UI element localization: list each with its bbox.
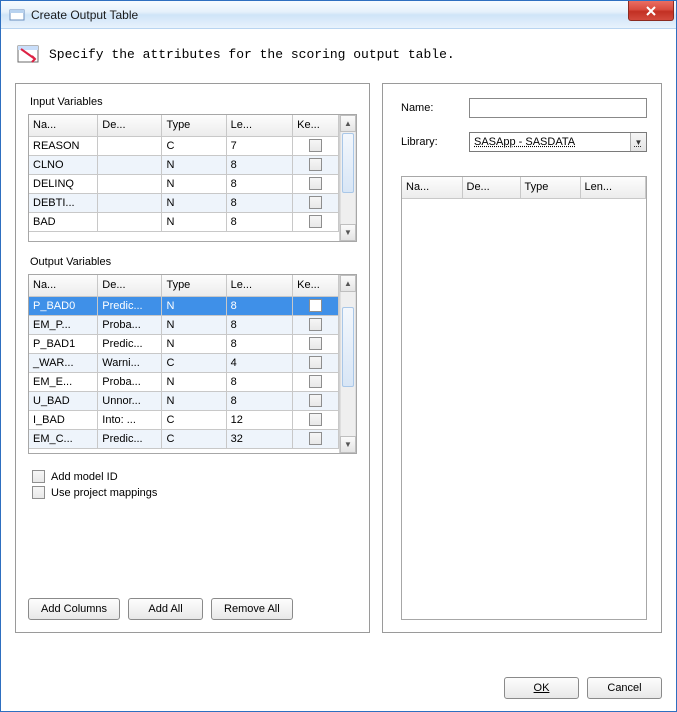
name-row: Name: — [401, 98, 647, 118]
dialog-window: Create Output Table Specify the attribut… — [0, 0, 677, 712]
titlebar: Create Output Table — [1, 1, 676, 29]
remove-all-button[interactable]: Remove All — [211, 598, 293, 620]
table-row[interactable]: CLNON8 — [29, 155, 339, 174]
scroll-up-icon[interactable]: ▲ — [340, 275, 356, 292]
scroll-up-icon[interactable]: ▲ — [340, 115, 356, 132]
instruction-text: Specify the attributes for the scoring o… — [49, 47, 455, 62]
keep-checkbox[interactable] — [309, 139, 322, 152]
add-columns-button[interactable]: Add Columns — [28, 598, 120, 620]
panels: Input Variables Na... De... Type Le... K… — [15, 83, 662, 657]
col-keep[interactable]: Ke... — [293, 115, 339, 136]
col-len[interactable]: Le... — [226, 115, 292, 136]
scroll-down-icon[interactable]: ▼ — [340, 436, 356, 453]
col-name[interactable]: Na... — [402, 177, 462, 198]
add-model-id-checkbox-row[interactable]: Add model ID — [32, 470, 357, 483]
table-row[interactable]: P_BAD1Predic...N8 — [29, 334, 339, 353]
col-desc[interactable]: De... — [98, 115, 162, 136]
output-variables-table: Na... De... Type Le... Ke... P_BAD0Predi… — [28, 274, 357, 454]
table-row[interactable]: EM_C...Predic...C32 — [29, 429, 339, 448]
table-row[interactable]: REASONC7 — [29, 136, 339, 155]
table-row[interactable]: EM_E...Proba...N8 — [29, 372, 339, 391]
keep-checkbox[interactable] — [309, 318, 322, 331]
keep-checkbox[interactable] — [309, 375, 322, 388]
table-row[interactable]: BADN8 — [29, 212, 339, 231]
instruction-row: Specify the attributes for the scoring o… — [15, 43, 662, 65]
add-model-id-label: Add model ID — [51, 471, 118, 483]
input-variables-table: Na... De... Type Le... Ke... REASONC7 CL… — [28, 114, 357, 242]
keep-checkbox[interactable] — [309, 413, 322, 426]
table-row[interactable]: P_BAD0Predic...N8 — [29, 296, 339, 315]
library-value: SASApp - SASDATA — [474, 136, 575, 148]
checkbox-icon[interactable] — [32, 470, 45, 483]
table-header-row: Na... De... Type Le... Ke... — [29, 115, 339, 136]
close-button[interactable] — [628, 1, 674, 21]
table-icon — [17, 43, 39, 65]
library-label: Library: — [401, 136, 469, 148]
table-row[interactable]: I_BADInto: ...C12 — [29, 410, 339, 429]
table-row[interactable]: DELINQN8 — [29, 174, 339, 193]
scroll-thumb[interactable] — [342, 307, 354, 387]
right-panel: Name: Library: SASApp - SASDATA ▼ — [382, 83, 662, 633]
input-variables-label: Input Variables — [30, 96, 357, 108]
keep-checkbox[interactable] — [309, 356, 322, 369]
library-select[interactable]: SASApp - SASDATA ▼ — [469, 132, 647, 152]
col-name[interactable]: Na... — [29, 275, 98, 296]
table-header-row: Na... De... Type Len... — [402, 177, 646, 198]
keep-checkbox[interactable] — [309, 177, 322, 190]
keep-checkbox[interactable] — [309, 158, 322, 171]
keep-checkbox[interactable] — [309, 215, 322, 228]
keep-checkbox[interactable] — [309, 196, 322, 209]
table-row[interactable]: U_BADUnnor...N8 — [29, 391, 339, 410]
ok-button[interactable]: OK — [504, 677, 579, 699]
table-row[interactable]: DEBTI...N8 — [29, 193, 339, 212]
col-keep[interactable]: Ke... — [293, 275, 339, 296]
scrollbar[interactable]: ▲ ▼ — [339, 275, 356, 453]
scroll-track[interactable] — [340, 292, 356, 436]
name-label: Name: — [401, 102, 469, 114]
use-project-mappings-label: Use project mappings — [51, 487, 157, 499]
col-desc[interactable]: De... — [98, 275, 162, 296]
table-header-row: Na... De... Type Le... Ke... — [29, 275, 339, 296]
scroll-down-icon[interactable]: ▼ — [340, 224, 356, 241]
window-title: Create Output Table — [31, 8, 138, 22]
col-desc[interactable]: De... — [462, 177, 520, 198]
col-type[interactable]: Type — [520, 177, 580, 198]
col-len[interactable]: Le... — [226, 275, 292, 296]
left-panel: Input Variables Na... De... Type Le... K… — [15, 83, 370, 633]
checkbox-group: Add model ID Use project mappings — [32, 470, 357, 502]
keep-checkbox[interactable] — [309, 432, 322, 445]
cancel-button[interactable]: Cancel — [587, 677, 662, 699]
keep-checkbox[interactable] — [309, 299, 322, 312]
col-len[interactable]: Len... — [580, 177, 646, 198]
scroll-thumb[interactable] — [342, 133, 354, 193]
use-project-mappings-checkbox-row[interactable]: Use project mappings — [32, 486, 357, 499]
scroll-track[interactable] — [340, 132, 356, 224]
left-button-row: Add Columns Add All Remove All — [28, 588, 357, 620]
scrollbar[interactable]: ▲ ▼ — [339, 115, 356, 241]
dialog-footer: OK Cancel — [1, 667, 676, 711]
keep-checkbox[interactable] — [309, 337, 322, 350]
target-table: Na... De... Type Len... — [401, 176, 647, 620]
chevron-down-icon[interactable]: ▼ — [630, 133, 646, 151]
content-area: Specify the attributes for the scoring o… — [1, 29, 676, 667]
col-type[interactable]: Type — [162, 275, 226, 296]
library-row: Library: SASApp - SASDATA ▼ — [401, 132, 647, 152]
app-icon — [9, 7, 25, 23]
col-name[interactable]: Na... — [29, 115, 98, 136]
keep-checkbox[interactable] — [309, 394, 322, 407]
name-input[interactable] — [469, 98, 647, 118]
add-all-button[interactable]: Add All — [128, 598, 203, 620]
table-row[interactable]: _WAR...Warni...C4 — [29, 353, 339, 372]
col-type[interactable]: Type — [162, 115, 226, 136]
table-row[interactable]: EM_P...Proba...N8 — [29, 315, 339, 334]
checkbox-icon[interactable] — [32, 486, 45, 499]
output-variables-label: Output Variables — [30, 256, 357, 268]
